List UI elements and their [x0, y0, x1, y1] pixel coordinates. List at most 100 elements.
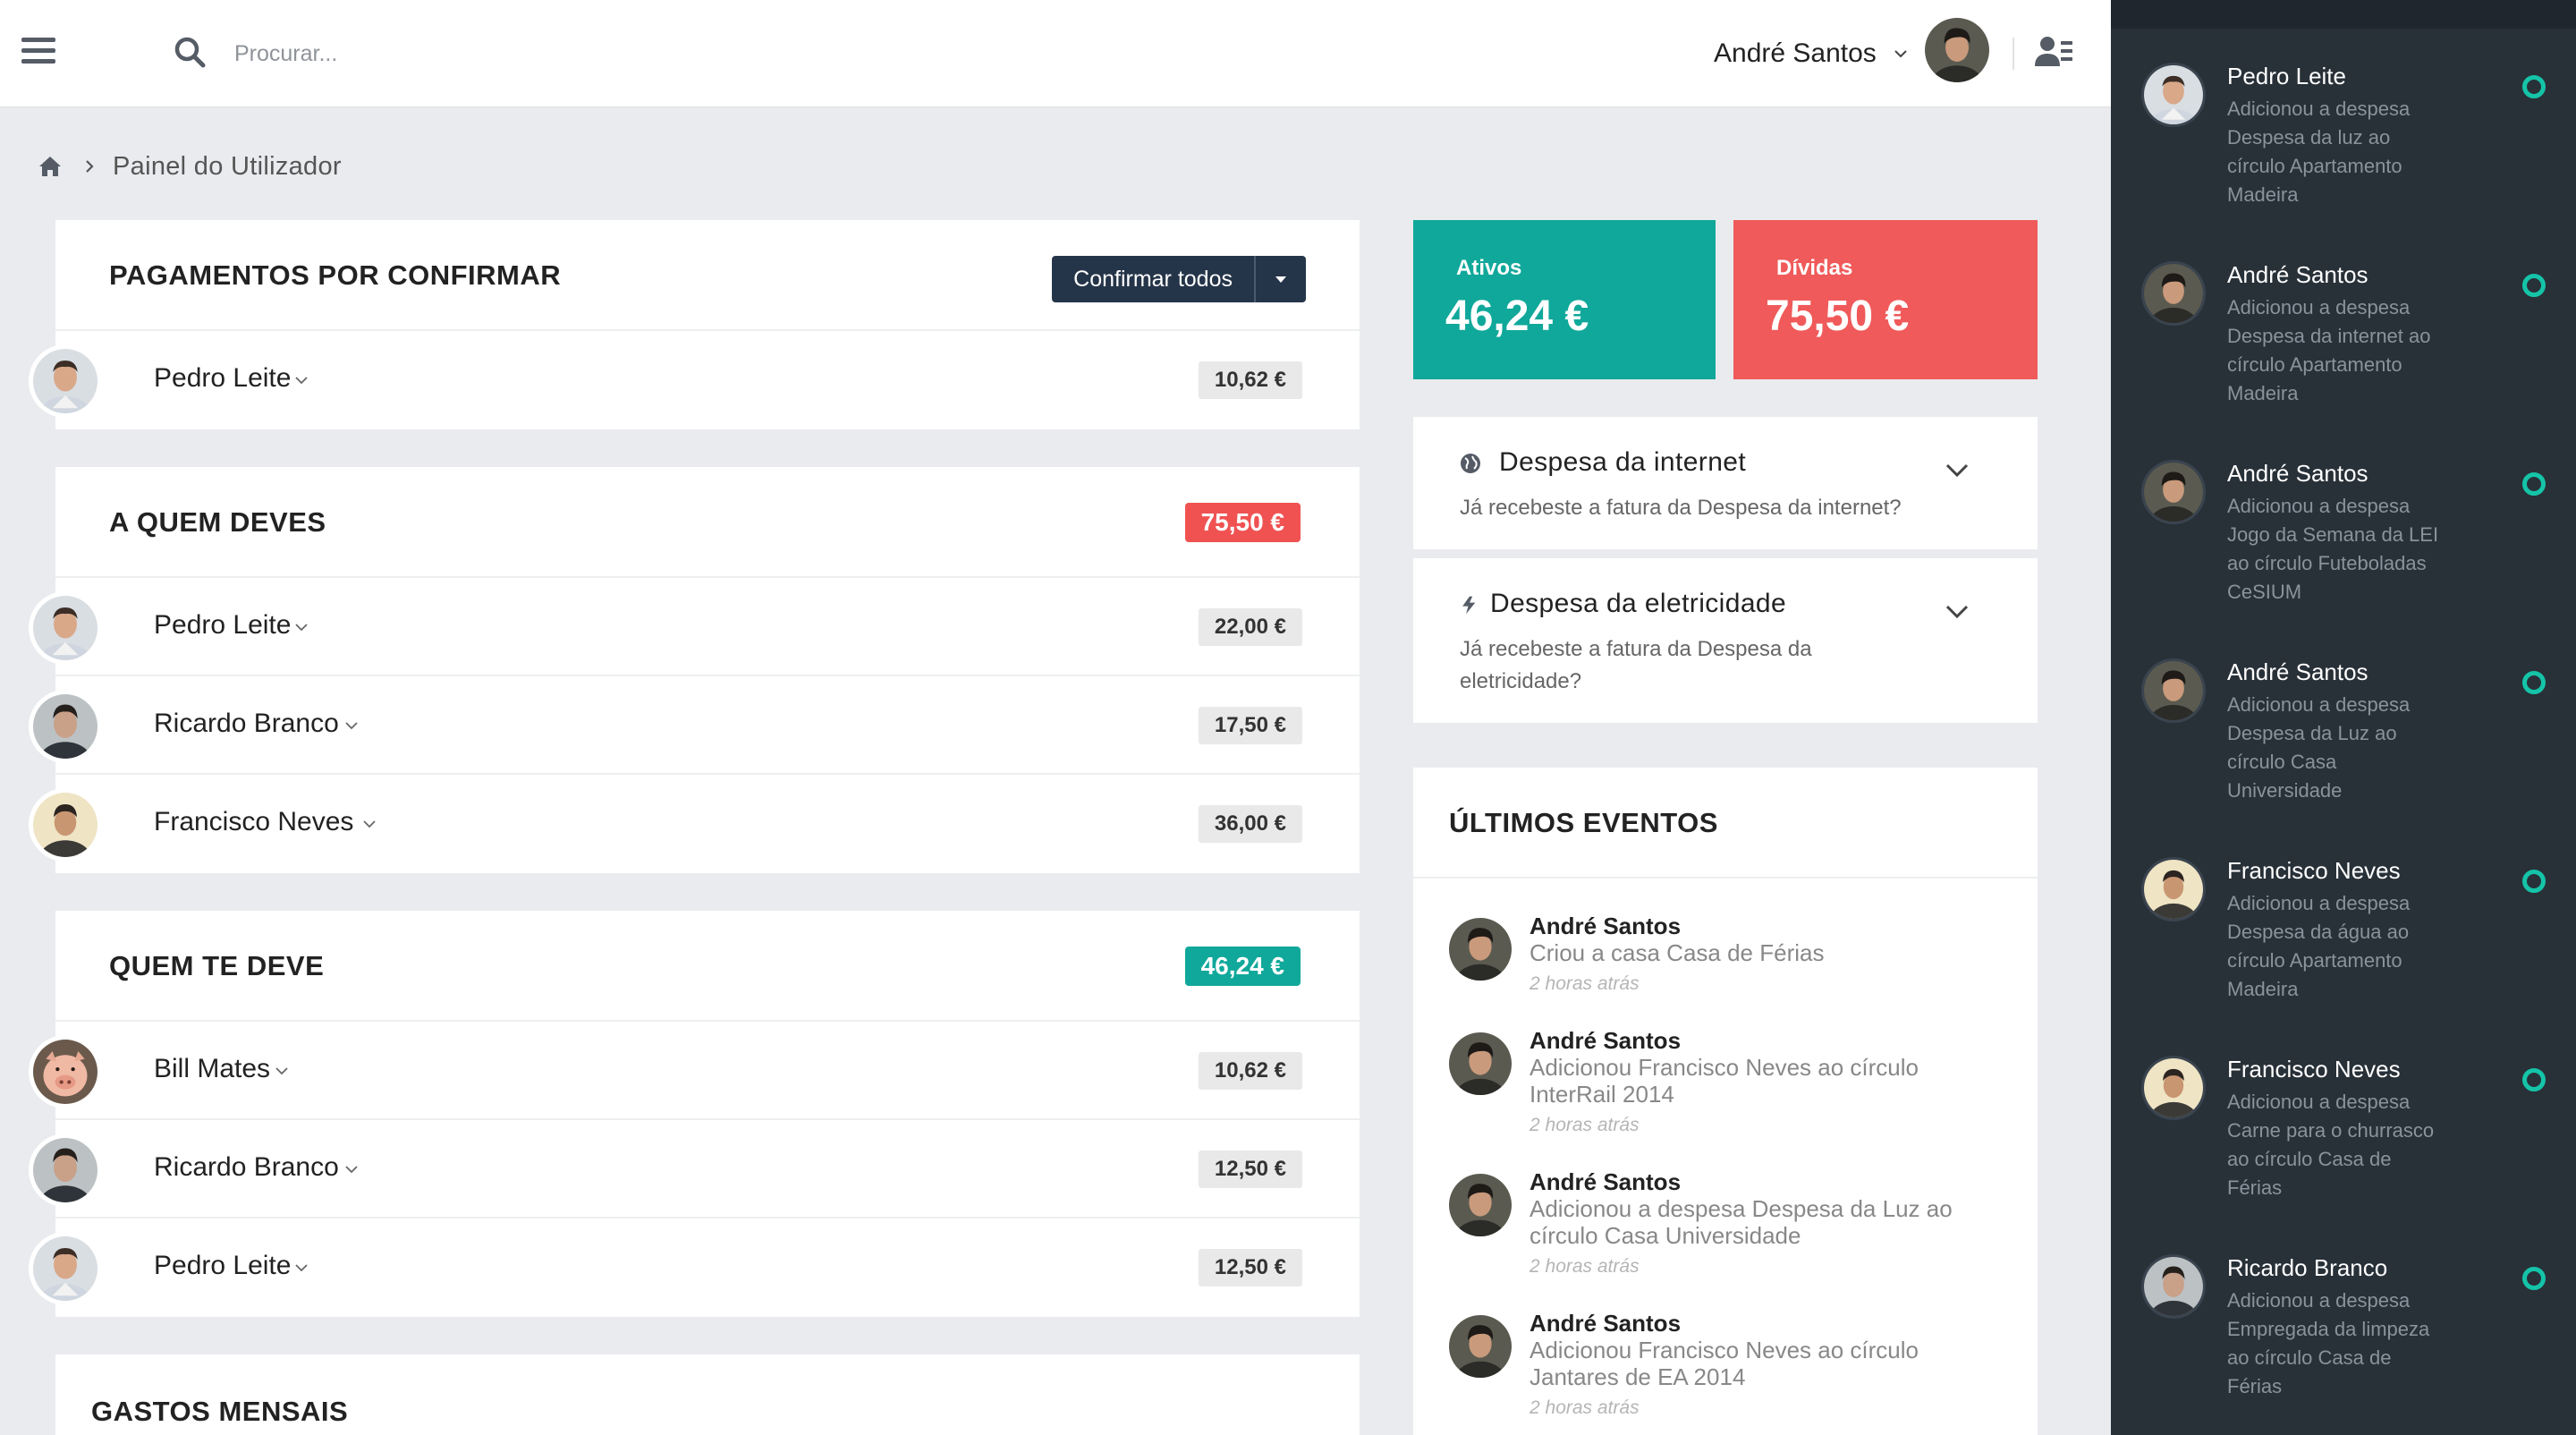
feed-author: Pedro Leite: [2227, 63, 2346, 89]
feed-description: Adicionou a despesa Carne para o churras…: [2227, 1091, 2435, 1199]
list-item[interactable]: Francisco Neves 36,00 €: [29, 775, 1360, 873]
person-name: Ricardo Branco: [154, 1152, 339, 1182]
card-title: GASTOS MENSAIS: [91, 1396, 349, 1427]
list-item[interactable]: Ricardo Branco 12,50 €: [29, 1120, 1360, 1218]
amount-label: 22,00 €: [1198, 608, 1302, 646]
chevron-down-icon[interactable]: [343, 719, 360, 732]
stat-label: Dívidas: [1776, 256, 1853, 280]
total-badge: 75,50 €: [1184, 503, 1301, 542]
chevron-down-icon[interactable]: [1945, 462, 1970, 480]
online-status-icon: [2522, 472, 2546, 496]
confirm-button-group: Confirmar todos: [1052, 256, 1306, 302]
feed-author: Francisco Neves: [2227, 857, 2401, 884]
avatar: [1449, 1315, 1512, 1378]
avatar: [2141, 1254, 2206, 1319]
avatar: [2141, 1056, 2206, 1120]
card-header: A QUEM DEVES 75,50 €: [55, 467, 1360, 578]
avatar: [29, 1035, 102, 1108]
event-description: Adicionou Francisco Neves ao círculo Int…: [1530, 1054, 1919, 1108]
feed-author: André Santos: [2227, 658, 2368, 685]
confirm-all-button[interactable]: Confirmar todos: [1052, 256, 1254, 302]
caret-down-icon: [1275, 276, 1286, 283]
event-author: André Santos: [1530, 1310, 1682, 1337]
electricity-notice[interactable]: Despesa da eletricidade Já recebeste a f…: [1413, 558, 2038, 723]
chevron-right-icon: [86, 160, 94, 173]
event-author: André Santos: [1530, 1027, 1682, 1054]
online-status-icon: [2522, 1068, 2546, 1091]
event-description: Adicionou Francisco Neves ao círculo Jan…: [1530, 1337, 1919, 1390]
stat-value: 46,24 €: [1445, 293, 1589, 340]
event-time: 2 horas atrás: [1530, 1256, 1640, 1277]
feed-description: Adicionou a despesa Jogo da Semana da LE…: [2227, 495, 2439, 603]
header-divider: [2012, 38, 2014, 70]
avatar: [1449, 1032, 1512, 1095]
feed-description: Adicionou a despesa Despesa da luz ao cí…: [2227, 98, 2411, 206]
chevron-down-icon[interactable]: [293, 621, 309, 633]
internet-notice[interactable]: Despesa da internet Já recebeste a fatur…: [1413, 417, 2038, 549]
feed-description: Adicionou a despesa Despesa da internet …: [2227, 296, 2431, 404]
you-owe-card: A QUEM DEVES 75,50 € Pedro Leite 22,00 €…: [29, 467, 1360, 873]
breadcrumb: Painel do Utilizador: [38, 149, 342, 184]
feed-description: Adicionou a despesa Empregada da limpeza…: [2227, 1289, 2430, 1397]
amount-label: 17,50 €: [1198, 707, 1302, 744]
search-input[interactable]: [234, 32, 682, 75]
notice-description: Já recebeste a fatura da Despesa da elet…: [1460, 637, 1812, 693]
total-badge: 46,24 €: [1184, 947, 1301, 986]
amount-label: 12,50 €: [1198, 1249, 1302, 1286]
chevron-down-icon[interactable]: [293, 1261, 309, 1274]
person-name: Ricardo Branco: [154, 709, 339, 738]
list-item[interactable]: Bill Mates 10,62 €: [29, 1022, 1360, 1120]
stat-value: 75,50 €: [1766, 293, 1910, 340]
online-status-icon: [2522, 870, 2546, 893]
list-item[interactable]: Ricardo Branco 17,50 €: [29, 676, 1360, 775]
avatar: [2141, 857, 2206, 921]
avatar: [1449, 918, 1512, 981]
avatar: [2141, 658, 2206, 723]
card-title: QUEM TE DEVE: [109, 950, 325, 981]
list-item[interactable]: Pedro Leite 12,50 €: [29, 1218, 1360, 1317]
avatar: [1449, 1174, 1512, 1236]
event-time: 2 horas atrás: [1530, 1115, 1640, 1135]
event-time: 2 horas atrás: [1530, 973, 1640, 994]
online-status-icon: [2522, 1267, 2546, 1290]
notice-description: Já recebeste a fatura da Despesa da inte…: [1460, 496, 1902, 520]
owed-to-you-card: QUEM TE DEVE 46,24 € Bill Mates 10,62 € …: [29, 911, 1360, 1317]
event-author: André Santos: [1530, 913, 1682, 939]
online-status-icon: [2522, 274, 2546, 297]
list-item[interactable]: Pedro Leite 22,00 €: [29, 578, 1360, 676]
contacts-icon[interactable]: [2034, 32, 2073, 72]
online-status-icon: [2522, 75, 2546, 98]
avatar: [29, 1232, 102, 1305]
user-name: André Santos: [1714, 38, 1877, 68]
search-icon[interactable]: [172, 34, 208, 70]
card-header: QUEM TE DEVE 46,24 €: [55, 911, 1360, 1022]
avatar: [2141, 261, 2206, 326]
top-header: André Santos: [0, 0, 2111, 107]
event-time: 2 horas atrás: [1530, 1397, 1640, 1418]
avatar: [2141, 460, 2206, 524]
event-description: Adicionou a despesa Despesa da Luz ao cí…: [1530, 1195, 1953, 1249]
chevron-down-icon[interactable]: [274, 1065, 290, 1077]
feed-description: Adicionou a despesa Despesa da água ao c…: [2227, 892, 2411, 1000]
list-item[interactable]: Pedro Leite 10,62 €: [29, 331, 1360, 429]
home-icon[interactable]: [38, 154, 63, 179]
recent-events-card: ÚLTIMOS EVENTOS André Santos Criou a cas…: [1413, 768, 2038, 1435]
feed-author: André Santos: [2227, 261, 2368, 288]
confirm-dropdown-button[interactable]: [1254, 256, 1306, 302]
avatar: [2141, 63, 2206, 127]
chevron-down-icon[interactable]: [1945, 603, 1970, 621]
menu-icon[interactable]: [21, 38, 55, 64]
event-author: André Santos: [1530, 1168, 1682, 1195]
breadcrumb-current: Painel do Utilizador: [113, 151, 342, 181]
card-title: ÚLTIMOS EVENTOS: [1449, 807, 1718, 838]
user-menu[interactable]: André Santos: [1714, 27, 1909, 81]
feed-author: Ricardo Branco: [2227, 1254, 2388, 1281]
chevron-down-icon[interactable]: [293, 374, 309, 386]
chevron-down-icon[interactable]: [361, 818, 377, 830]
user-avatar[interactable]: [1925, 18, 1989, 82]
avatar: [29, 690, 102, 763]
amount-label: 36,00 €: [1198, 805, 1302, 843]
activity-sidebar: Pedro Leite Adicionou a despesa Despesa …: [2111, 0, 2576, 1435]
avatar: [29, 788, 102, 862]
chevron-down-icon[interactable]: [343, 1163, 360, 1176]
